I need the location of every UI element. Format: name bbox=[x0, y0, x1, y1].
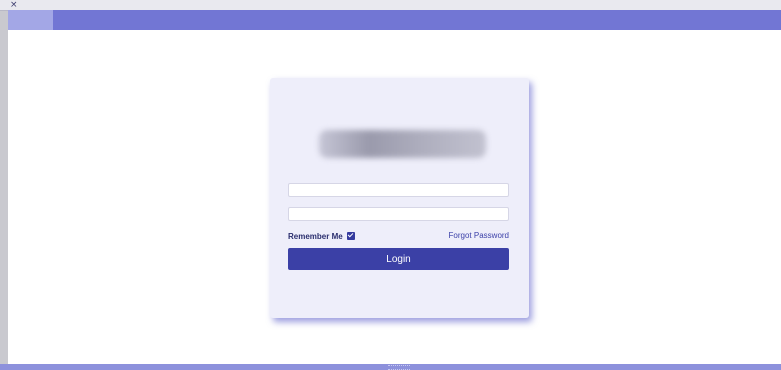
password-input[interactable] bbox=[288, 207, 509, 221]
remember-me-checkbox[interactable] bbox=[346, 232, 355, 240]
title-bar-tab[interactable] bbox=[8, 10, 53, 30]
forgot-password-link[interactable]: Forgot Password bbox=[449, 231, 509, 240]
remember-me-toggle[interactable]: Remember Me bbox=[288, 230, 355, 242]
username-input[interactable] bbox=[288, 183, 509, 197]
resize-handle-icon[interactable] bbox=[388, 365, 410, 370]
login-card: Remember Me Forgot Password Login bbox=[270, 78, 529, 318]
login-button[interactable]: Login bbox=[288, 248, 509, 270]
close-icon[interactable]: × bbox=[10, 0, 18, 10]
logo-icon bbox=[319, 130, 486, 158]
remember-me-label: Remember Me bbox=[288, 231, 343, 241]
title-bar bbox=[8, 10, 781, 30]
